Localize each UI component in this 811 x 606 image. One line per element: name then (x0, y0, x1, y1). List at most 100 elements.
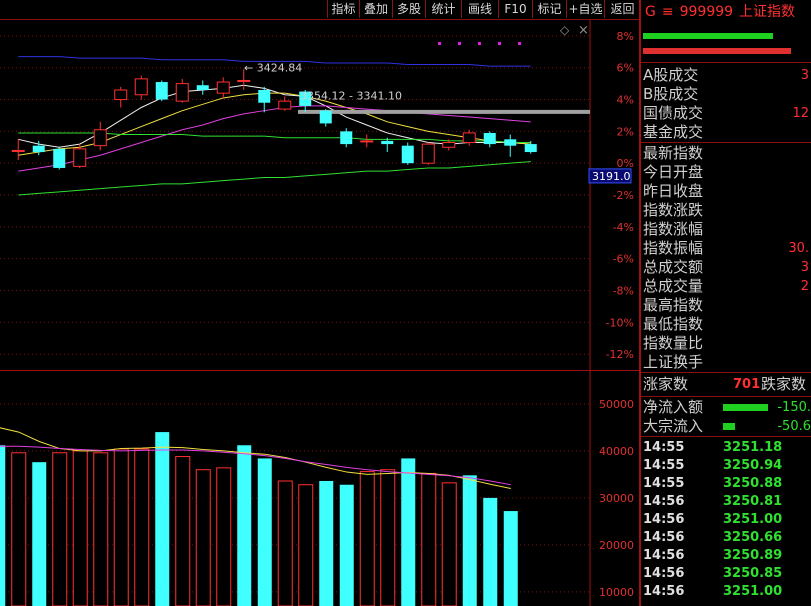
menu-icon[interactable]: ≡ (662, 4, 674, 20)
info-row: 指数涨幅 (643, 220, 811, 239)
volume-bar (483, 497, 498, 606)
f10-button[interactable]: F10 (498, 0, 532, 18)
info-label: 最低指数 (643, 315, 704, 333)
tick-time: 14:56 (643, 530, 685, 545)
volume-bar (401, 458, 416, 606)
add-favorite-button[interactable]: +自选 (566, 0, 604, 18)
indicator-button[interactable]: 指标 (327, 0, 359, 18)
info-label: 指数涨跌 (643, 201, 704, 219)
tick-price: 3251.18 (723, 440, 783, 455)
volume-bar (237, 445, 252, 606)
quote-code: 999999 (679, 4, 734, 20)
signal-dot (518, 42, 521, 45)
tick-price: 3250.89 (723, 548, 783, 563)
flow-label: 净流入额 (643, 398, 704, 416)
info-divider (641, 142, 811, 143)
info-value: 3 (800, 260, 809, 275)
info-label: 指数涨幅 (643, 220, 704, 238)
info-label: 指数振幅 (643, 239, 704, 257)
candle-body (421, 143, 435, 164)
candle-body (73, 148, 87, 167)
volume-bar (0, 445, 6, 606)
volume-bar (93, 452, 109, 606)
candle-body (216, 81, 230, 94)
price-axis-label: -12% (606, 348, 634, 361)
info-row: A股成交 3 (643, 66, 811, 85)
volume-chart[interactable]: 50000 40000 30000 20000 10000 (0, 371, 640, 606)
range-annotation: 3354.12 - 3341.10 (300, 90, 402, 103)
tick-price: 3250.94 (723, 458, 783, 473)
diamond-icon[interactable]: ◇ (560, 23, 570, 37)
tick-price: 3250.85 (723, 566, 783, 581)
candle-body (114, 89, 128, 101)
info-label: 上证换手 (643, 353, 704, 371)
info-row: 指数振幅 30. (643, 239, 811, 258)
price-axis-label: 4% (617, 94, 634, 107)
tick-price: 3251.00 (723, 512, 783, 527)
range-bar (298, 109, 590, 114)
tick-price: 3250.88 (723, 476, 783, 491)
candle-body (340, 131, 353, 145)
flow-label: 大宗流入 (643, 417, 704, 435)
flow-bar (723, 423, 735, 430)
price-chart[interactable]: 8% 6% 4% 2% 0% -2% -4% -6% -8% -10% -12% ◇ × ← 3424.8… (0, 20, 640, 370)
close-icon[interactable]: × (578, 23, 589, 38)
volume-bar (462, 475, 477, 606)
flow-value: -150. (777, 400, 811, 415)
draw-line-button[interactable]: 画线 (461, 0, 498, 18)
up-count-label: 涨家数 (643, 375, 689, 393)
volume-bar (175, 456, 191, 606)
flow-value: -50.6 (777, 419, 811, 434)
info-label: B股成交 (643, 85, 699, 103)
info-row: 最低指数 (643, 315, 811, 334)
info-value: 2 (800, 279, 809, 294)
tick-time: 14:55 (643, 440, 685, 455)
volume-bar (380, 469, 396, 606)
flow-row: 大宗流入 -50.6 (643, 417, 811, 436)
price-axis-label: -6% (613, 253, 634, 266)
volume-bar (72, 450, 88, 606)
volume-bar (134, 448, 150, 606)
tick-divider (641, 436, 811, 437)
info-row: 国债成交 12 (643, 104, 811, 123)
tick-time: 14:56 (643, 584, 685, 599)
candle-body (134, 78, 148, 96)
multi-stock-button[interactable]: 多股 (392, 0, 425, 18)
tick-time: 14:56 (643, 566, 685, 581)
mark-button[interactable]: 标记 (532, 0, 566, 18)
back-button[interactable]: 返回 (604, 0, 640, 18)
volume-bar (257, 458, 272, 606)
tick-row: 14:55 3250.88 (643, 475, 811, 493)
price-axis-label: 8% (617, 30, 634, 43)
info-row: 总成交量 2 (643, 277, 811, 296)
volume-bar (421, 472, 437, 606)
info-value: 3 (800, 68, 809, 83)
candle-body (32, 145, 45, 153)
down-count-label: 跌家数 (761, 375, 807, 393)
volume-bar (155, 432, 170, 606)
flow-row: 净流入额 -150. (643, 398, 811, 417)
flow-bar (723, 404, 768, 411)
info-divider-top (641, 62, 811, 63)
candle-body (483, 132, 496, 145)
tick-price: 3250.66 (723, 530, 783, 545)
candle-body (258, 90, 271, 103)
info-label: 指数量比 (643, 334, 704, 352)
candle-body (360, 140, 374, 143)
tick-row: 14:55 3251.18 (643, 439, 811, 457)
info-row: 指数量比 (643, 334, 811, 353)
candle-body (504, 139, 517, 146)
volume-axis-label: 20000 (599, 539, 634, 552)
statistics-button[interactable]: 统计 (425, 0, 461, 18)
tick-row: 14:56 3250.85 (643, 565, 811, 583)
tick-price: 3250.81 (723, 494, 783, 509)
candle-body (155, 82, 168, 100)
info-row: 最新指数 (643, 144, 811, 163)
tick-row: 14:56 3250.81 (643, 493, 811, 511)
volume-bar (216, 467, 232, 606)
quote-title: G ≡ 999999 上证指数 (641, 0, 811, 24)
overlay-button[interactable]: 叠加 (359, 0, 392, 18)
candle-body (462, 132, 476, 143)
signal-dot (458, 42, 461, 45)
info-label: A股成交 (643, 66, 699, 84)
